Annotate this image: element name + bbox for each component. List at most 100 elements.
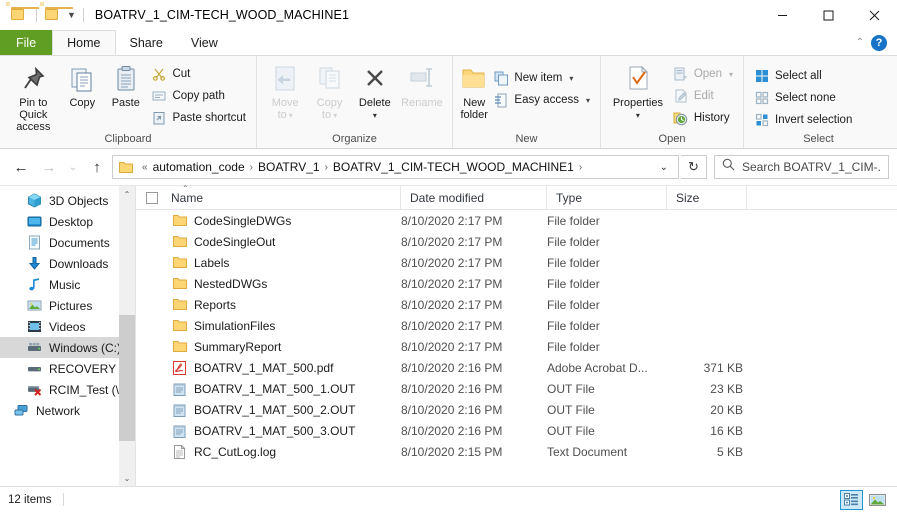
breadcrumb-item-2[interactable]: BOATRV_1_CIM-TECH_WOOD_MACHINE1	[333, 160, 574, 174]
tab-share[interactable]: Share	[116, 30, 177, 55]
large-icons-view-button[interactable]	[866, 490, 889, 510]
table-row[interactable]: NestedDWGs 8/10/2020 2:17 PM File folder	[136, 273, 897, 294]
new-folder-button[interactable]: New folder	[459, 60, 489, 121]
table-row[interactable]: RC_CutLog.log 8/10/2020 2:15 PM Text Doc…	[136, 441, 897, 462]
file-name: CodeSingleOut	[194, 234, 276, 249]
folder-icon	[172, 213, 187, 228]
recent-locations-button[interactable]: ⌄	[64, 154, 82, 180]
minimize-button[interactable]	[759, 0, 805, 30]
help-icon[interactable]: ?	[871, 34, 887, 51]
table-row[interactable]: BOATRV_1_MAT_500.pdf 8/10/2020 2:16 PM A…	[136, 357, 897, 378]
qat-new-folder-icon[interactable]	[40, 1, 73, 24]
breadcrumb[interactable]: « automation_code › BOATRV_1 › BOATRV_1_…	[112, 155, 679, 179]
file-date: 8/10/2020 2:16 PM	[401, 402, 503, 417]
paste-shortcut-button[interactable]: Paste shortcut	[147, 108, 250, 128]
close-button[interactable]	[851, 0, 897, 30]
scroll-track[interactable]	[119, 202, 135, 470]
delete-label: Delete	[358, 97, 391, 109]
breadcrumb-item-0[interactable]: automation_code	[153, 160, 245, 174]
tab-view[interactable]: View	[177, 30, 232, 55]
table-row[interactable]: Reports 8/10/2020 2:17 PM File folder	[136, 294, 897, 315]
cut-button[interactable]: Cut	[147, 64, 250, 84]
sidebar-item-3d-objects[interactable]: 3D Objects	[0, 190, 135, 211]
edit-button[interactable]: Edit	[669, 86, 737, 106]
scroll-thumb[interactable]	[119, 314, 135, 441]
new-item-dropdown-icon[interactable]: ▾	[569, 74, 573, 83]
forward-button[interactable]: →	[36, 154, 62, 180]
table-row[interactable]: SummaryReport 8/10/2020 2:17 PM File fol…	[136, 336, 897, 357]
search-input[interactable]: Search BOATRV_1_CIM-...	[714, 155, 889, 179]
copy-button[interactable]: Copy	[61, 60, 104, 109]
sidebar-item-downloads[interactable]: Downloads	[0, 253, 135, 274]
back-button[interactable]: ←	[8, 154, 34, 180]
refresh-button[interactable]: ↻	[681, 155, 707, 179]
select-all-checkbox[interactable]	[146, 191, 158, 204]
breadcrumb-sep-0[interactable]: ›	[245, 162, 258, 173]
file-type: File folder	[547, 318, 600, 333]
edit-label: Edit	[693, 90, 714, 102]
sidebar-item-music[interactable]: Music	[0, 274, 135, 295]
sidebar-item-windows-c[interactable]: Windows (C:)	[0, 337, 135, 358]
sidebar-item-recovery-d[interactable]: RECOVERY (D:)	[0, 358, 135, 379]
table-row[interactable]: CodeSingleOut 8/10/2020 2:17 PM File fol…	[136, 231, 897, 252]
history-button[interactable]: History	[669, 108, 737, 128]
invert-selection-button[interactable]: Invert selection	[750, 110, 856, 130]
properties-button[interactable]: Properties ▾	[607, 60, 669, 121]
up-button[interactable]: ↑	[84, 154, 110, 180]
sidebar-item-rcim-test[interactable]: RCIM_Test (\\Cir	[0, 379, 135, 400]
breadcrumb-history-dropdown-icon[interactable]: ⌄	[653, 162, 675, 173]
table-row[interactable]: BOATRV_1_MAT_500_1.OUT 8/10/2020 2:16 PM…	[136, 378, 897, 399]
table-row[interactable]: BOATRV_1_MAT_500_2.OUT 8/10/2020 2:16 PM…	[136, 399, 897, 420]
open-dropdown-icon[interactable]: ▾	[729, 70, 733, 79]
qat-customize-caret-icon[interactable]: ▼	[65, 10, 78, 20]
table-row[interactable]: CodeSingleDWGs 8/10/2020 2:17 PM File fo…	[136, 210, 897, 231]
breadcrumb-sep-2[interactable]: ›	[574, 162, 587, 173]
column-header-type[interactable]: Type	[547, 185, 667, 210]
delete-button[interactable]: Delete ▾	[352, 60, 398, 121]
table-row[interactable]: SimulationFiles 8/10/2020 2:17 PM File f…	[136, 315, 897, 336]
paste-shortcut-icon	[151, 110, 167, 126]
sidebar-item-network[interactable]: Network	[0, 400, 135, 421]
rename-button[interactable]: Rename	[398, 60, 446, 109]
pin-label-line1: Pin to Quick	[19, 97, 48, 121]
tab-home[interactable]: Home	[52, 30, 116, 55]
breadcrumb-overflow-icon[interactable]: «	[137, 162, 153, 173]
file-date: 8/10/2020 2:16 PM	[401, 381, 503, 396]
open-button[interactable]: Open ▾	[669, 64, 737, 84]
easy-access-button[interactable]: Easy access ▾	[489, 90, 594, 110]
breadcrumb-sep-1[interactable]: ›	[320, 162, 333, 173]
file-date: 8/10/2020 2:17 PM	[401, 339, 503, 354]
maximize-button[interactable]	[805, 0, 851, 30]
tab-file[interactable]: File	[0, 30, 53, 55]
sidebar-item-documents[interactable]: Documents	[0, 232, 135, 253]
column-header-date-modified[interactable]: Date modified	[401, 185, 547, 210]
folder-icon	[172, 234, 187, 249]
sidebar-item-desktop[interactable]: Desktop	[0, 211, 135, 232]
collapse-ribbon-icon[interactable]: ⌃	[856, 37, 864, 48]
column-header-size[interactable]: Size	[667, 185, 747, 210]
scroll-down-icon[interactable]: ⌄	[119, 470, 135, 486]
new-item-button[interactable]: New item ▾	[489, 68, 594, 88]
copy-path-button[interactable]: Copy path	[147, 86, 250, 106]
select-all-checkbox-header[interactable]	[136, 186, 162, 210]
breadcrumb-item-1[interactable]: BOATRV_1	[258, 160, 320, 174]
copy-to-button[interactable]: Copy to ▾	[307, 60, 351, 122]
easy-access-dropdown-icon[interactable]: ▾	[586, 96, 590, 105]
column-header-name[interactable]: Name	[162, 185, 401, 210]
details-view-button[interactable]	[840, 489, 863, 510]
paste-button[interactable]: Paste	[104, 60, 147, 109]
select-none-button[interactable]: Select none	[750, 88, 856, 108]
select-all-button[interactable]: Select all	[750, 66, 856, 86]
properties-label: Properties	[612, 97, 663, 109]
table-row[interactable]: BOATRV_1_MAT_500_3.OUT 8/10/2020 2:16 PM…	[136, 420, 897, 441]
table-row[interactable]: Labels 8/10/2020 2:17 PM File folder	[136, 252, 897, 273]
copy-to-label-line1: Copy	[316, 97, 343, 109]
navigation-pane-scrollbar[interactable]: ⌃ ⌄	[119, 186, 135, 486]
scroll-up-icon[interactable]: ⌃	[119, 186, 135, 202]
sidebar-item-videos[interactable]: Videos	[0, 316, 135, 337]
pin-to-quick-access-button[interactable]: Pin to Quick access	[6, 60, 61, 133]
move-to-button[interactable]: Move to ▾	[263, 60, 307, 122]
ribbon-group-new: New folder New item ▾ Easy access ▾ New	[452, 56, 600, 148]
sidebar-item-pictures[interactable]: Pictures	[0, 295, 135, 316]
folder-icon	[172, 276, 187, 291]
